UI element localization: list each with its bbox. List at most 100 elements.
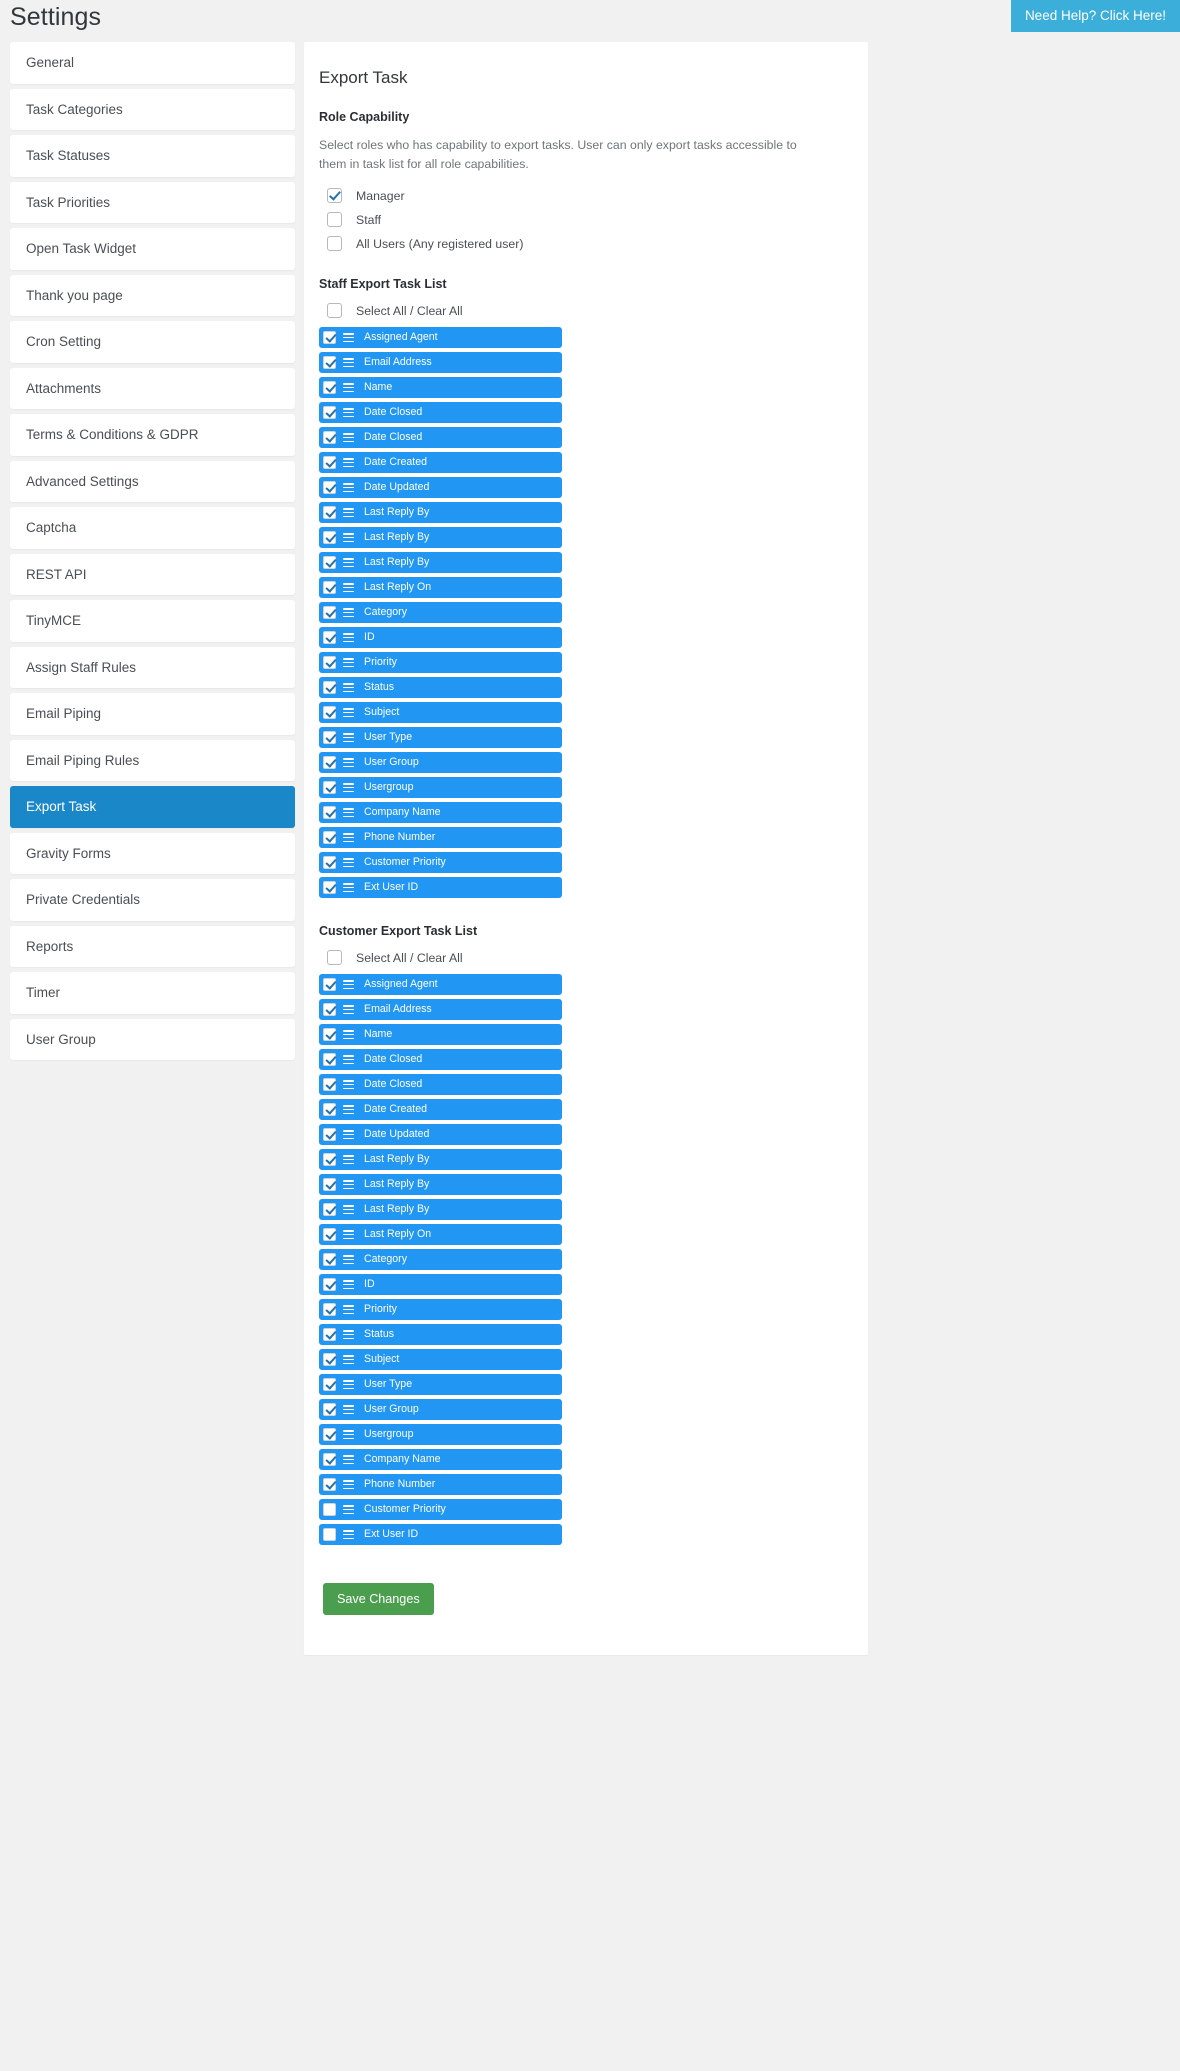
- export-field-item[interactable]: Date Closed: [319, 427, 562, 449]
- export-field-checkbox[interactable]: [323, 581, 336, 595]
- export-field-checkbox[interactable]: [323, 1528, 336, 1542]
- drag-handle-icon[interactable]: [343, 858, 354, 868]
- export-field-item[interactable]: Subject: [319, 1349, 562, 1371]
- drag-handle-icon[interactable]: [343, 1130, 354, 1140]
- export-field-item[interactable]: User Type: [319, 727, 562, 749]
- export-field-checkbox[interactable]: [323, 1328, 336, 1342]
- drag-handle-icon[interactable]: [343, 458, 354, 468]
- sidebar-item-export-task[interactable]: Export Task: [10, 786, 295, 828]
- sidebar-item-cron-setting[interactable]: Cron Setting: [10, 321, 295, 363]
- export-field-checkbox[interactable]: [323, 1003, 336, 1017]
- export-field-checkbox[interactable]: [323, 831, 336, 845]
- export-field-checkbox[interactable]: [323, 481, 336, 495]
- export-field-item[interactable]: Last Reply By: [319, 1174, 562, 1196]
- drag-handle-icon[interactable]: [343, 733, 354, 743]
- export-field-item[interactable]: Date Closed: [319, 1074, 562, 1096]
- sidebar-item-private-credentials[interactable]: Private Credentials: [10, 879, 295, 921]
- export-field-item[interactable]: Date Closed: [319, 402, 562, 424]
- export-field-item[interactable]: Last Reply By: [319, 552, 562, 574]
- export-field-item[interactable]: Date Created: [319, 1099, 562, 1121]
- export-field-checkbox[interactable]: [323, 1078, 336, 1092]
- drag-handle-icon[interactable]: [343, 1530, 354, 1540]
- export-field-checkbox[interactable]: [323, 1453, 336, 1467]
- sidebar-item-timer[interactable]: Timer: [10, 972, 295, 1014]
- sidebar-item-general[interactable]: General: [10, 42, 295, 84]
- export-field-item[interactable]: Category: [319, 602, 562, 624]
- export-field-checkbox[interactable]: [323, 706, 336, 720]
- customer-select-all-row[interactable]: Select All / Clear All: [319, 950, 844, 966]
- drag-handle-icon[interactable]: [343, 1055, 354, 1065]
- export-field-checkbox[interactable]: [323, 1178, 336, 1192]
- export-field-checkbox[interactable]: [323, 1403, 336, 1417]
- sidebar-item-rest-api[interactable]: REST API: [10, 553, 295, 596]
- role-checkbox[interactable]: [327, 212, 342, 228]
- export-field-checkbox[interactable]: [323, 756, 336, 770]
- export-field-item[interactable]: Usergroup: [319, 1424, 562, 1446]
- export-field-checkbox[interactable]: [323, 631, 336, 645]
- drag-handle-icon[interactable]: [343, 658, 354, 668]
- export-field-checkbox[interactable]: [323, 1503, 336, 1517]
- save-changes-button[interactable]: Save Changes: [323, 1583, 434, 1616]
- export-field-item[interactable]: Email Address: [319, 999, 562, 1021]
- role-label[interactable]: Manager: [356, 189, 405, 203]
- drag-handle-icon[interactable]: [343, 633, 354, 643]
- export-field-checkbox[interactable]: [323, 331, 336, 345]
- drag-handle-icon[interactable]: [343, 683, 354, 693]
- drag-handle-icon[interactable]: [343, 1355, 354, 1365]
- drag-handle-icon[interactable]: [343, 1205, 354, 1215]
- role-label[interactable]: All Users (Any registered user): [356, 237, 523, 251]
- staff-select-all-row[interactable]: Select All / Clear All: [319, 303, 844, 319]
- export-field-checkbox[interactable]: [323, 978, 336, 992]
- drag-handle-icon[interactable]: [343, 558, 354, 568]
- export-field-item[interactable]: Customer Priority: [319, 1499, 562, 1521]
- sidebar-item-captcha[interactable]: Captcha: [10, 507, 295, 549]
- drag-handle-icon[interactable]: [343, 1105, 354, 1115]
- export-field-checkbox[interactable]: [323, 1353, 336, 1367]
- sidebar-item-tinymce[interactable]: TinyMCE: [10, 600, 295, 642]
- export-field-checkbox[interactable]: [323, 1203, 336, 1217]
- export-field-checkbox[interactable]: [323, 531, 336, 545]
- export-field-checkbox[interactable]: [323, 556, 336, 570]
- sidebar-item-user-group[interactable]: User Group: [10, 1018, 295, 1061]
- drag-handle-icon[interactable]: [343, 833, 354, 843]
- drag-handle-icon[interactable]: [343, 1255, 354, 1265]
- role-row[interactable]: Staff: [319, 212, 844, 228]
- export-field-checkbox[interactable]: [323, 681, 336, 695]
- sidebar-item-open-task-widget[interactable]: Open Task Widget: [10, 228, 295, 270]
- export-field-item[interactable]: Company Name: [319, 802, 562, 824]
- drag-handle-icon[interactable]: [343, 708, 354, 718]
- export-field-checkbox[interactable]: [323, 1378, 336, 1392]
- export-field-item[interactable]: Date Closed: [319, 1049, 562, 1071]
- export-field-item[interactable]: Assigned Agent: [319, 974, 562, 996]
- export-field-checkbox[interactable]: [323, 856, 336, 870]
- drag-handle-icon[interactable]: [343, 783, 354, 793]
- export-field-item[interactable]: Category: [319, 1249, 562, 1271]
- role-checkbox[interactable]: [327, 188, 342, 204]
- staff-select-all-checkbox[interactable]: [327, 303, 342, 319]
- export-field-checkbox[interactable]: [323, 1303, 336, 1317]
- export-field-item[interactable]: Last Reply On: [319, 577, 562, 599]
- export-field-checkbox[interactable]: [323, 406, 336, 420]
- export-field-checkbox[interactable]: [323, 1103, 336, 1117]
- drag-handle-icon[interactable]: [343, 808, 354, 818]
- sidebar-item-task-categories[interactable]: Task Categories: [10, 88, 295, 131]
- export-field-item[interactable]: Ext User ID: [319, 1524, 562, 1546]
- customer-select-all-label[interactable]: Select All / Clear All: [356, 951, 463, 965]
- export-field-checkbox[interactable]: [323, 1153, 336, 1167]
- export-field-item[interactable]: User Group: [319, 1399, 562, 1421]
- drag-handle-icon[interactable]: [343, 1155, 354, 1165]
- export-field-checkbox[interactable]: [323, 1028, 336, 1042]
- drag-handle-icon[interactable]: [343, 483, 354, 493]
- export-field-item[interactable]: Customer Priority: [319, 852, 562, 874]
- export-field-item[interactable]: Date Updated: [319, 1124, 562, 1146]
- drag-handle-icon[interactable]: [343, 433, 354, 443]
- sidebar-item-assign-staff-rules[interactable]: Assign Staff Rules: [10, 646, 295, 689]
- drag-handle-icon[interactable]: [343, 1380, 354, 1390]
- role-row[interactable]: All Users (Any registered user): [319, 236, 844, 252]
- role-label[interactable]: Staff: [356, 213, 381, 227]
- drag-handle-icon[interactable]: [343, 583, 354, 593]
- export-field-checkbox[interactable]: [323, 881, 336, 895]
- drag-handle-icon[interactable]: [343, 1330, 354, 1340]
- drag-handle-icon[interactable]: [343, 333, 354, 343]
- export-field-checkbox[interactable]: [323, 456, 336, 470]
